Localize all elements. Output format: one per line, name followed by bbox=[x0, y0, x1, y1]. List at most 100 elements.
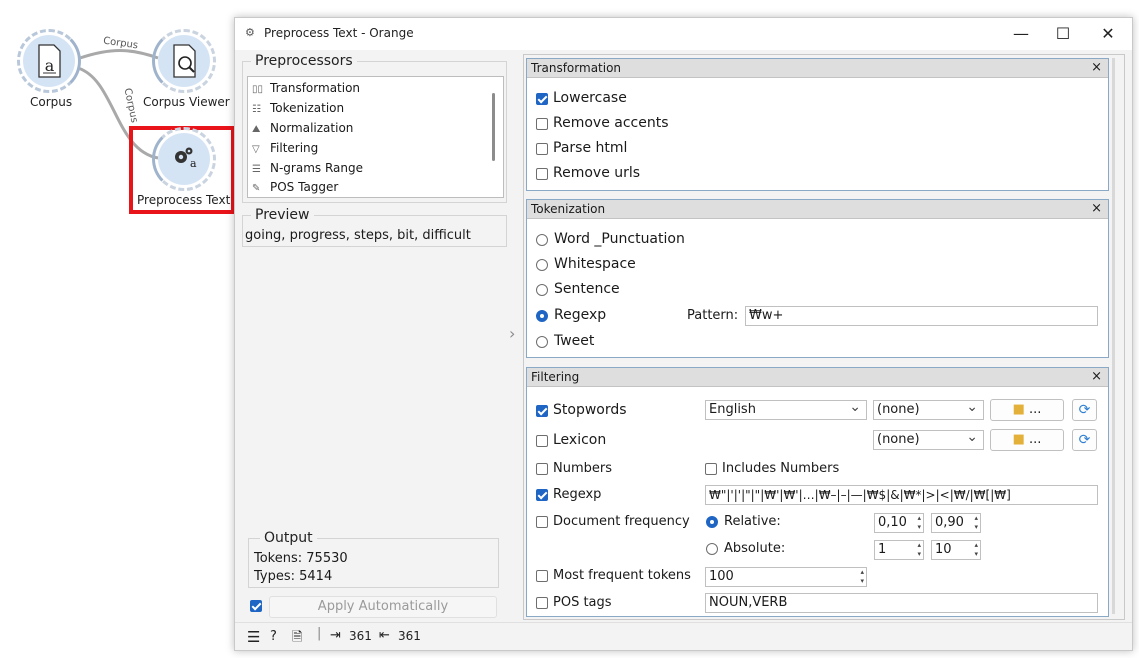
corpus-viewer-icon bbox=[173, 44, 196, 78]
parse-html-checkbox[interactable] bbox=[536, 143, 548, 155]
pos-tagger-icon: ✎ bbox=[252, 183, 261, 194]
remove-urls-label: Remove urls bbox=[553, 165, 641, 181]
output-title: Output bbox=[260, 530, 317, 546]
corpus-node[interactable]: a bbox=[23, 35, 75, 87]
corpus-document-icon: a bbox=[38, 44, 61, 78]
pos-tags-label: POS tags bbox=[553, 595, 612, 610]
preprocessor-normalization[interactable]: ⛰ Normalization bbox=[252, 118, 353, 138]
folder-icon: ■ bbox=[1012, 432, 1025, 447]
whitespace-radio[interactable] bbox=[536, 259, 548, 271]
regexp-filter-checkbox[interactable] bbox=[536, 489, 548, 501]
remove-urls-checkbox[interactable] bbox=[536, 168, 548, 180]
apply-automatically-checkbox[interactable] bbox=[250, 600, 262, 612]
statusbar-divider bbox=[235, 622, 1132, 623]
pos-tags-input[interactable]: NOUN,VERB bbox=[705, 593, 1098, 613]
apply-automatically-button[interactable]: Apply Automatically bbox=[269, 596, 497, 618]
whitespace-label: Whitespace bbox=[554, 256, 636, 272]
absolute-max-spinbox[interactable]: 10 bbox=[931, 540, 981, 560]
lexicon-reload-button[interactable]: ⟳ bbox=[1072, 429, 1097, 451]
help-icon[interactable]: ? bbox=[270, 629, 277, 644]
relative-max-spinbox[interactable]: 0,90 bbox=[931, 513, 981, 533]
filtering-panel: Filtering × Stopwords English (none) ■ .… bbox=[526, 367, 1109, 617]
lexicon-browse-button[interactable]: ■ ... bbox=[990, 429, 1064, 451]
menu-icon[interactable]: ☰ bbox=[247, 628, 260, 646]
preprocessors-list: ▯▯ Transformation ☷ Tokenization ⛰ Normaliz… bbox=[247, 76, 504, 198]
relative-label: Relative: bbox=[724, 514, 781, 529]
most-frequent-tokens-spinbox[interactable]: 100 bbox=[705, 567, 867, 587]
svg-text:a: a bbox=[45, 56, 55, 75]
stopwords-reload-button[interactable]: ⟳ bbox=[1072, 399, 1097, 421]
pattern-input[interactable]: ₩w+ bbox=[745, 306, 1098, 326]
statusbar-separator: | bbox=[317, 626, 322, 641]
stopwords-language-select[interactable]: English bbox=[705, 400, 867, 420]
numbers-checkbox[interactable] bbox=[536, 463, 548, 475]
maximize-button[interactable]: ☐ bbox=[1043, 22, 1083, 46]
relative-min-spinbox[interactable]: 0,10 bbox=[874, 513, 924, 533]
filtering-header: Filtering × bbox=[527, 368, 1108, 387]
stopwords-file-select[interactable]: (none) bbox=[873, 400, 984, 420]
window-title: Preprocess Text - Orange bbox=[264, 26, 414, 40]
input-count: 361 bbox=[349, 629, 372, 643]
preprocessor-filtering[interactable]: ▽ Filtering bbox=[252, 138, 318, 158]
pos-tags-checkbox[interactable] bbox=[536, 597, 548, 609]
reload-icon: ⟳ bbox=[1078, 402, 1091, 418]
lexicon-checkbox[interactable] bbox=[536, 435, 548, 447]
tokenization-close-button[interactable]: × bbox=[1087, 200, 1102, 218]
preprocess-text-node[interactable]: a bbox=[158, 133, 210, 185]
corpus-viewer-node[interactable] bbox=[158, 35, 210, 87]
includes-numbers-checkbox[interactable] bbox=[705, 463, 717, 475]
report-icon[interactable]: 🗎 bbox=[292, 628, 302, 650]
preprocessor-transformation[interactable]: ▯▯ Transformation bbox=[252, 78, 360, 98]
tokenization-header: Tokenization × bbox=[527, 200, 1108, 219]
splitter-arrow-icon[interactable]: › bbox=[509, 324, 515, 343]
transformation-panel: Transformation × Lowercase Remove accent… bbox=[526, 58, 1109, 191]
tokenization-icon: ☷ bbox=[252, 104, 261, 115]
document-frequency-checkbox[interactable] bbox=[536, 516, 548, 528]
lowercase-checkbox[interactable] bbox=[536, 93, 548, 105]
tokens-count: Tokens: 75530 bbox=[254, 551, 348, 566]
sentence-radio[interactable] bbox=[536, 284, 548, 296]
preprocess-text-window: ⚙ Preprocess Text - Orange — ☐ ✕ Preproc… bbox=[234, 17, 1133, 651]
corpus-node-label: Corpus bbox=[30, 95, 73, 109]
numbers-label: Numbers bbox=[553, 461, 612, 476]
stopwords-browse-button[interactable]: ■ ... bbox=[990, 399, 1064, 421]
tokenization-panel: Tokenization × Word _Punctuation Whitesp… bbox=[526, 199, 1109, 358]
most-frequent-tokens-label: Most frequent tokens bbox=[553, 568, 691, 583]
app-gears-icon: ⚙ bbox=[245, 26, 255, 39]
normalization-icon: ⛰ bbox=[252, 124, 261, 135]
regexp-label: Regexp bbox=[554, 307, 607, 323]
stopwords-label: Stopwords bbox=[553, 402, 627, 418]
panels-scrollbar[interactable] bbox=[1112, 58, 1115, 614]
most-frequent-tokens-checkbox[interactable] bbox=[536, 570, 548, 582]
preview-title: Preview bbox=[251, 207, 314, 223]
lowercase-label: Lowercase bbox=[553, 90, 627, 106]
close-button[interactable]: ✕ bbox=[1088, 22, 1128, 46]
preview-text: going, progress, steps, bit, difficult bbox=[245, 228, 471, 243]
lexicon-file-select[interactable]: (none) bbox=[873, 430, 984, 450]
absolute-radio[interactable] bbox=[706, 543, 718, 555]
word-punctuation-radio[interactable] bbox=[536, 234, 548, 246]
filtering-close-button[interactable]: × bbox=[1087, 368, 1102, 386]
lexicon-label: Lexicon bbox=[553, 432, 607, 448]
title-bar: ⚙ Preprocess Text - Orange — ☐ ✕ bbox=[235, 18, 1132, 50]
tweet-radio[interactable] bbox=[536, 336, 548, 348]
output-count: 361 bbox=[398, 629, 421, 643]
sentence-label: Sentence bbox=[554, 281, 620, 297]
document-frequency-label: Document frequency bbox=[553, 514, 690, 529]
preprocessor-tokenization[interactable]: ☷ Tokenization bbox=[252, 98, 344, 118]
absolute-min-spinbox[interactable]: 1 bbox=[874, 540, 924, 560]
parse-html-label: Parse html bbox=[553, 140, 628, 156]
preprocessors-scrollbar[interactable] bbox=[492, 93, 495, 161]
stopwords-checkbox[interactable] bbox=[536, 405, 548, 417]
minimize-button[interactable]: — bbox=[1001, 22, 1041, 46]
preprocessor-pos-tagger[interactable]: ✎ POS Tagger bbox=[252, 177, 338, 197]
remove-accents-checkbox[interactable] bbox=[536, 118, 548, 130]
relative-radio[interactable] bbox=[706, 516, 718, 528]
regexp-radio[interactable] bbox=[536, 310, 548, 322]
remove-accents-label: Remove accents bbox=[553, 115, 669, 131]
preprocess-text-node-label: Preprocess Text bbox=[137, 193, 231, 207]
preprocessor-ngrams[interactable]: ☰ N-grams Range bbox=[252, 158, 363, 178]
regexp-filter-input[interactable]: ₩"|'|'|"|"|₩'|₩'|…|₩–|–|—|₩$|&|₩*|>|<|₩/… bbox=[705, 485, 1098, 505]
preprocessors-title: Preprocessors bbox=[251, 53, 357, 69]
transformation-close-button[interactable]: × bbox=[1087, 59, 1102, 77]
